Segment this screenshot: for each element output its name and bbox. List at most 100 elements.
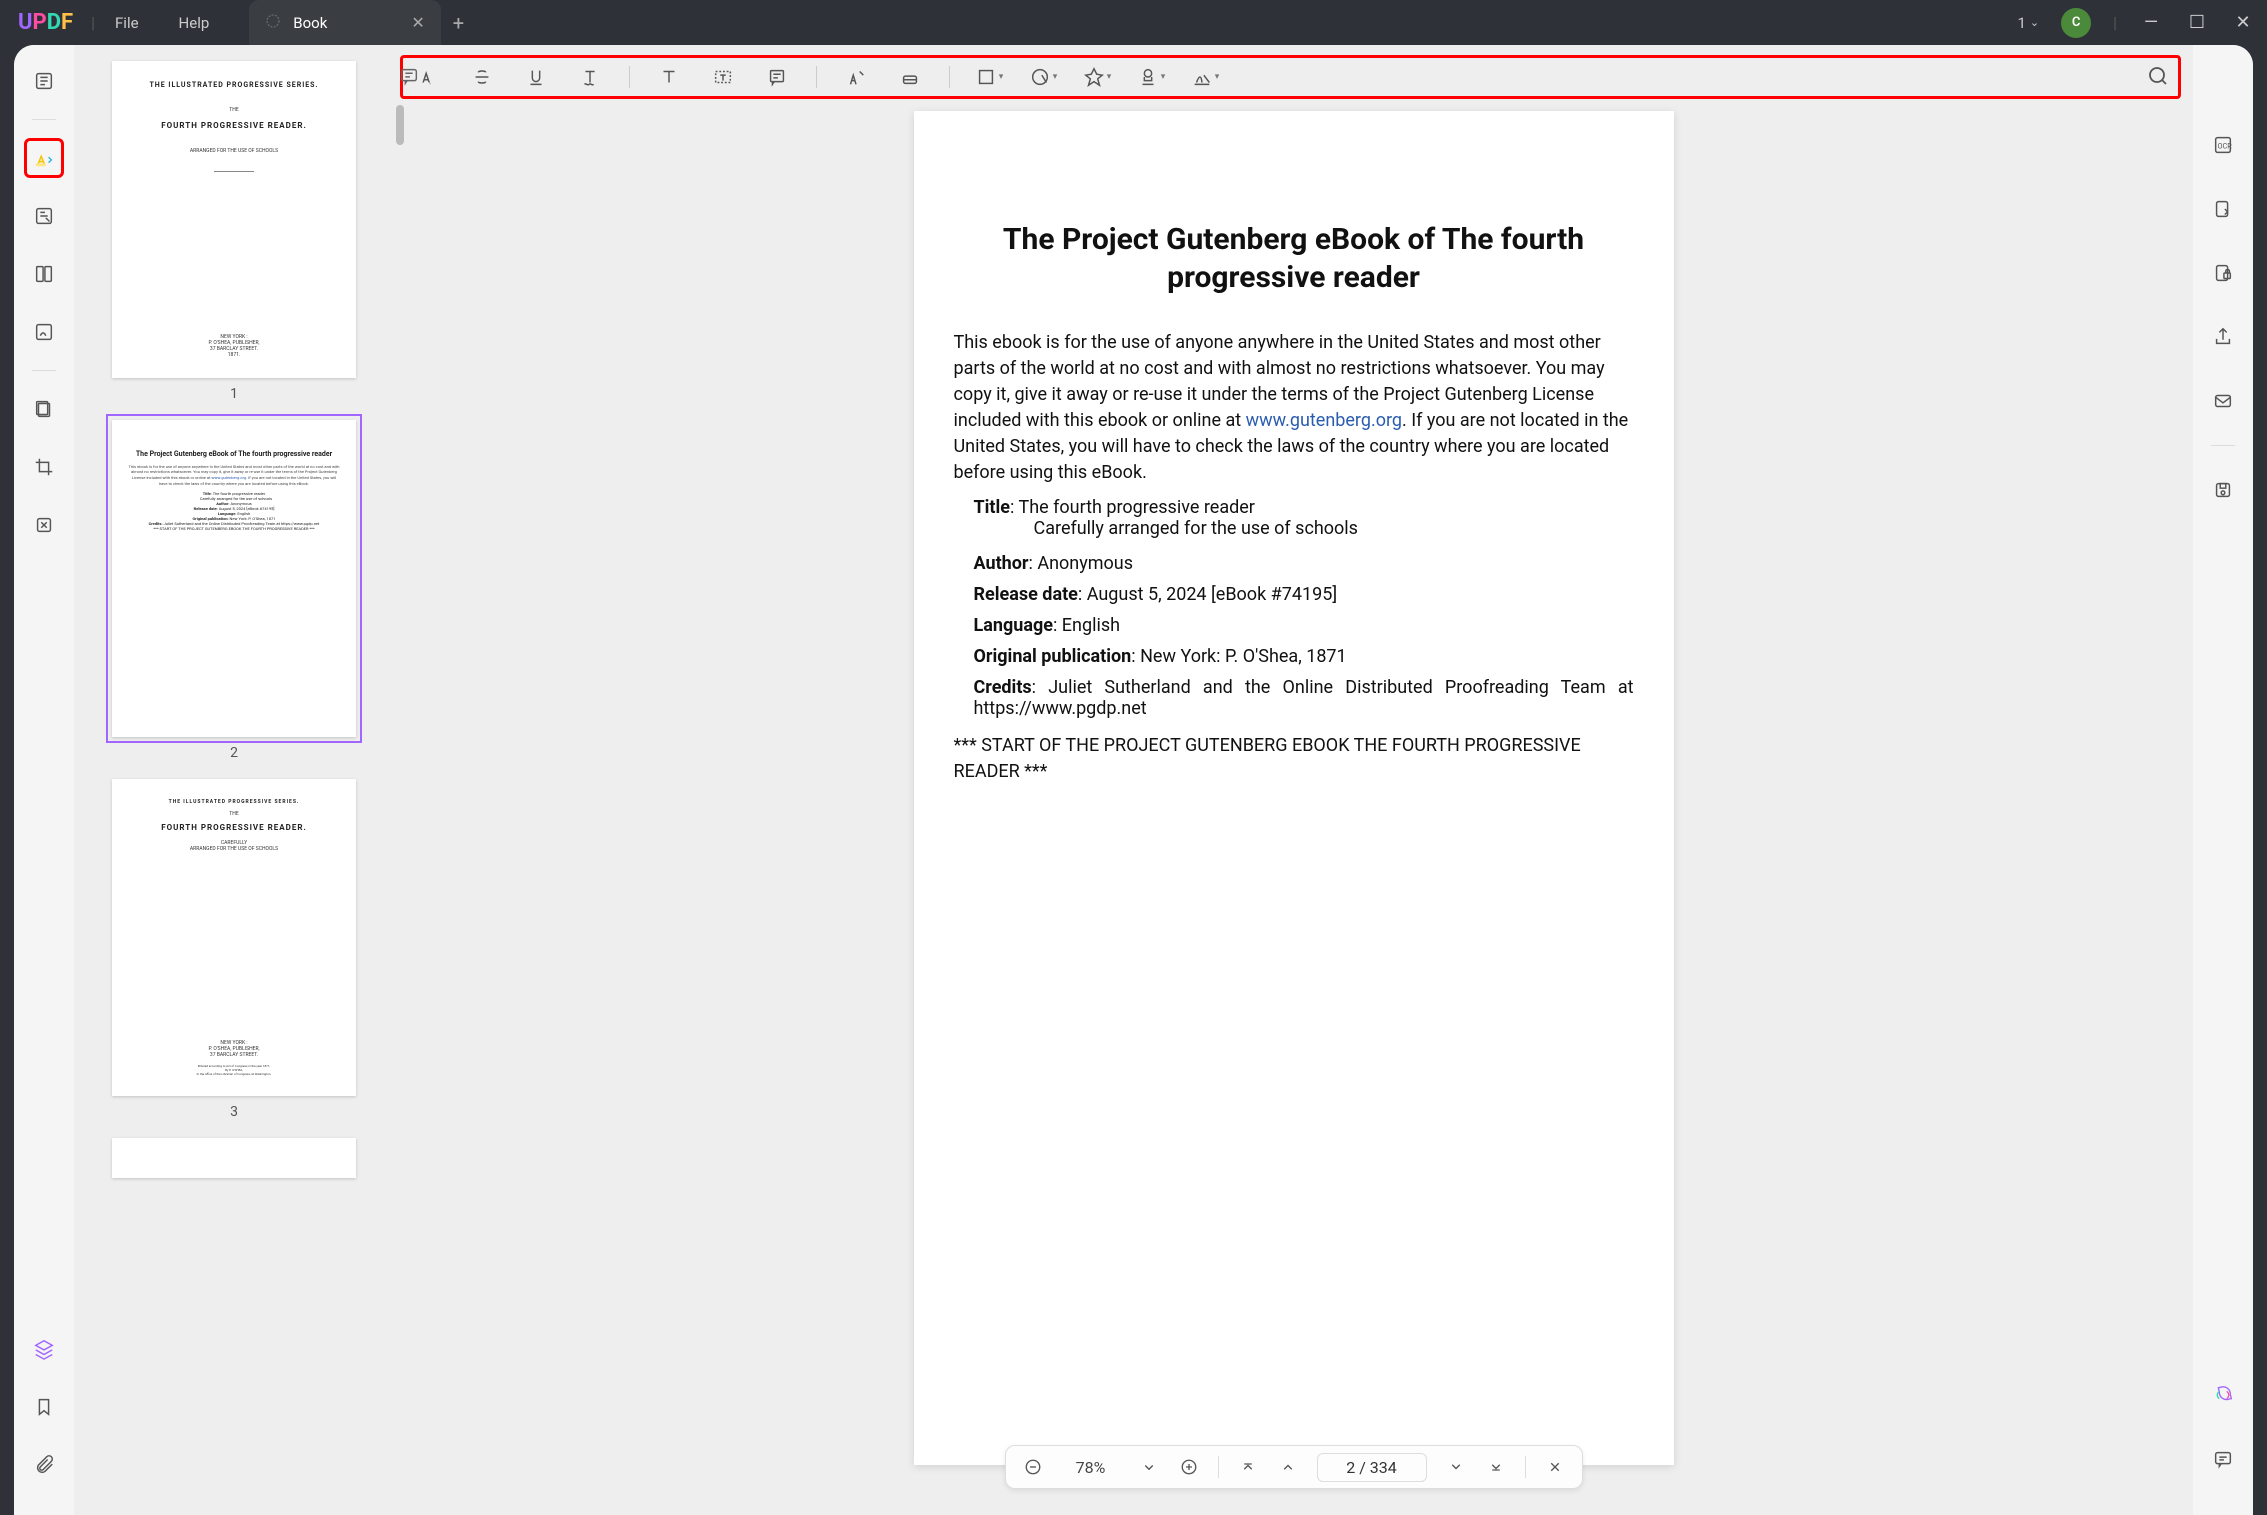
thumbnail-4[interactable] — [112, 1138, 356, 1178]
thumbnail-number: 1 — [112, 386, 356, 402]
ai-assistant-button[interactable] — [2203, 1375, 2243, 1415]
field-original-pub: Original publication: New York: P. O'She… — [974, 646, 1634, 667]
pagebar-separator — [1525, 1456, 1526, 1478]
window-maximize[interactable]: ☐ — [2185, 12, 2209, 33]
search-button[interactable] — [2139, 57, 2177, 95]
gutenberg-link[interactable]: www.gutenberg.org — [1246, 410, 1402, 431]
stamp-tool[interactable]: ▾ — [1136, 62, 1166, 92]
toolbar-separator — [629, 66, 630, 88]
share-button[interactable] — [2203, 317, 2243, 357]
field-subtitle: Carefully arranged for the use of school… — [1034, 518, 1634, 539]
window-minimize[interactable]: — — [2139, 12, 2163, 33]
chevron-down-icon: ⌄ — [2030, 16, 2039, 29]
field-author: Author: Anonymous — [974, 553, 1634, 574]
page-number-box[interactable]: 2 / 334 — [1317, 1453, 1427, 1482]
crop-button[interactable] — [24, 447, 64, 487]
next-page-button[interactable] — [1445, 1456, 1467, 1478]
save-button[interactable] — [2203, 470, 2243, 510]
scrollbar-indicator[interactable] — [396, 105, 404, 145]
batch-button[interactable] — [24, 389, 64, 429]
tools-button[interactable] — [24, 505, 64, 545]
start-marker: *** START OF THE PROJECT GUTENBERG EBOOK… — [954, 733, 1634, 785]
logo: UPDF — [18, 10, 73, 35]
chevron-down-icon: ▾ — [1053, 72, 1058, 82]
pin-tool[interactable]: ▾ — [1082, 62, 1112, 92]
strikethrough-tool[interactable] — [467, 62, 497, 92]
signature-tool[interactable]: ▾ — [1190, 62, 1220, 92]
tab-close-icon[interactable]: ✕ — [411, 13, 424, 32]
pagebar-separator — [1218, 1456, 1219, 1478]
doc-title: The Project Gutenberg eBook of The fourt… — [954, 221, 1634, 296]
textbox-tool[interactable] — [708, 62, 738, 92]
fill-sign-button[interactable] — [24, 312, 64, 352]
bookmark-button[interactable] — [24, 1387, 64, 1427]
thumbnail-3[interactable]: THE ILLUSTRATED PROGRESSIVE SERIES. THE … — [112, 779, 356, 1120]
chevron-down-icon: ▾ — [1161, 72, 1166, 82]
tab-doc-icon — [265, 13, 281, 33]
comment-mode-button[interactable] — [24, 138, 64, 178]
zoom-out-button[interactable] — [1022, 1456, 1044, 1478]
convert-button[interactable] — [2203, 189, 2243, 229]
rail-separator — [2211, 445, 2235, 446]
field-language: Language: English — [974, 615, 1634, 636]
shape-tool[interactable]: ▾ — [1028, 62, 1058, 92]
last-page-button[interactable] — [1485, 1456, 1507, 1478]
pencil-tool[interactable] — [841, 62, 871, 92]
thumbnail-2[interactable]: The Project Gutenberg eBook of The fourt… — [112, 420, 356, 761]
thumbnail-number: 3 — [112, 1104, 356, 1120]
toolbar-separator — [949, 66, 950, 88]
layers-button[interactable] — [24, 1329, 64, 1369]
chevron-down-icon: ▾ — [999, 72, 1004, 82]
field-credits: Credits: Juliet Sutherland and the Onlin… — [974, 677, 1634, 719]
zoom-in-button[interactable] — [1178, 1456, 1200, 1478]
rail-separator — [32, 370, 56, 371]
svg-text:OCR: OCR — [2218, 142, 2233, 151]
email-button[interactable] — [2203, 381, 2243, 421]
chevron-down-icon: ▾ — [1215, 72, 1220, 82]
thumbnail-panel[interactable]: THE ILLUSTRATED PROGRESSIVE SERIES. THE … — [74, 45, 394, 1515]
user-avatar[interactable]: C — [2061, 8, 2091, 38]
close-pagebar-button[interactable] — [1544, 1456, 1566, 1478]
new-tab-button[interactable]: + — [453, 11, 464, 35]
underline-tool[interactable] — [521, 62, 551, 92]
doc-intro: This ebook is for the use of anyone anyw… — [954, 330, 1634, 487]
workspace: THE ILLUSTRATED PROGRESSIVE SERIES. THE … — [14, 45, 2253, 1515]
thumbnail-1[interactable]: THE ILLUSTRATED PROGRESSIVE SERIES. THE … — [112, 61, 356, 402]
rail-separator — [32, 119, 56, 120]
page-content: The Project Gutenberg eBook of The fourt… — [914, 111, 1674, 1465]
text-tool[interactable] — [654, 62, 684, 92]
squiggly-tool[interactable] — [575, 62, 605, 92]
first-page-button[interactable] — [1237, 1456, 1259, 1478]
tab-label: Book — [293, 14, 327, 32]
comment-panel-toggle[interactable] — [390, 57, 428, 95]
thumbnail-number: 2 — [112, 745, 356, 761]
protect-button[interactable] — [2203, 253, 2243, 293]
chevron-down-icon: ▾ — [1107, 72, 1112, 82]
annotation-toolbar: ▾ ▾ ▾ ▾ ▾ — [400, 55, 2181, 99]
right-rail: OCR — [2193, 45, 2253, 1515]
zoom-dropdown[interactable] — [1138, 1456, 1160, 1478]
reader-mode-button[interactable] — [24, 61, 64, 101]
titlebar: UPDF | File Help Book ✕ + 1⌄ C | — ☐ ✕ — [0, 0, 2267, 45]
ocr-button[interactable]: OCR — [2203, 125, 2243, 165]
window-close[interactable]: ✕ — [2231, 12, 2255, 33]
eraser-tool[interactable] — [895, 62, 925, 92]
prev-page-button[interactable] — [1277, 1456, 1299, 1478]
main-viewer: ▾ ▾ ▾ ▾ ▾ The Project Gutenberg eBook of… — [394, 45, 2193, 1515]
chat-button[interactable] — [2203, 1439, 2243, 1479]
left-rail — [14, 45, 74, 1515]
field-release: Release date: August 5, 2024 [eBook #741… — [974, 584, 1634, 605]
menu-file[interactable]: File — [115, 14, 139, 32]
organize-pages-button[interactable] — [24, 254, 64, 294]
document-viewport[interactable]: The Project Gutenberg eBook of The fourt… — [394, 105, 2193, 1515]
note-tool[interactable] — [762, 62, 792, 92]
zoom-level[interactable]: 78% — [1062, 1458, 1120, 1477]
attachment-button[interactable] — [24, 1445, 64, 1485]
field-title: Title: The fourth progressive reader — [974, 497, 1634, 518]
toolbar-separator — [816, 66, 817, 88]
document-tab[interactable]: Book ✕ — [249, 0, 440, 45]
menu-help[interactable]: Help — [179, 14, 210, 32]
open-doc-count[interactable]: 1⌄ — [2017, 14, 2039, 32]
rectangle-tool[interactable]: ▾ — [974, 62, 1004, 92]
edit-mode-button[interactable] — [24, 196, 64, 236]
